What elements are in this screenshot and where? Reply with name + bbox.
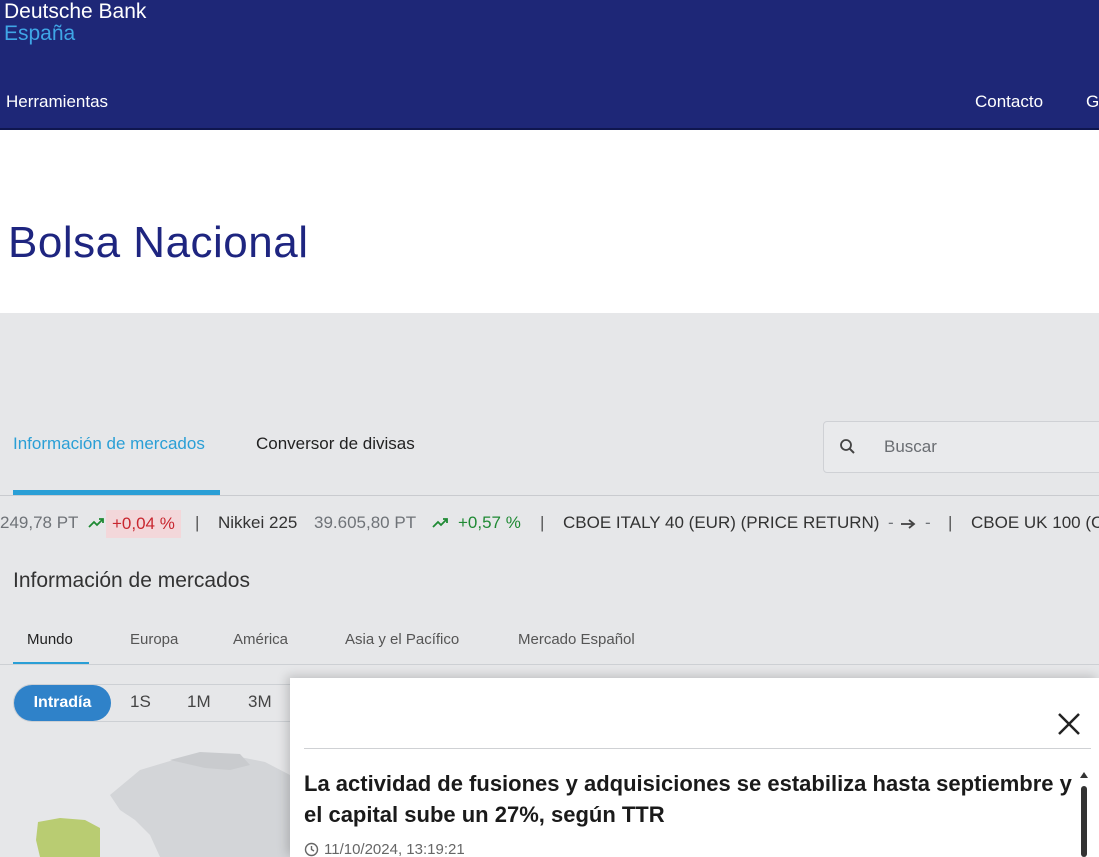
period-1s[interactable]: 1S	[130, 692, 151, 712]
scrollbar[interactable]	[1080, 772, 1088, 857]
brand-name: Deutsche Bank	[4, 0, 147, 23]
news-timestamp-text: 11/10/2024, 13:19:21	[324, 841, 465, 857]
search-input[interactable]	[884, 434, 1084, 460]
ticker-separator: |	[948, 513, 953, 532]
nav-item-cut[interactable]: G	[1086, 92, 1099, 112]
arrow-right-icon	[901, 519, 916, 529]
tab-mundo[interactable]: Mundo	[27, 631, 73, 648]
search-box[interactable]	[823, 421, 1099, 473]
close-icon[interactable]	[1055, 710, 1083, 738]
tab-america[interactable]: América	[233, 631, 288, 648]
ticker-separator: |	[540, 513, 545, 532]
ticker-name[interactable]: Nikkei 225	[218, 513, 297, 533]
brand-sub: España	[4, 22, 76, 45]
ticker-separator: |	[195, 513, 200, 532]
page-title-area: Bolsa Nacional	[0, 130, 1099, 313]
period-1m[interactable]: 1M	[187, 692, 211, 712]
nav-herramientas[interactable]: Herramientas	[6, 92, 108, 112]
tab-informacion-mercados[interactable]: Información de mercados	[13, 434, 205, 454]
ticker-name[interactable]: CBOE ITALY 40 (EUR) (PRICE RETURN)	[563, 513, 879, 533]
nav-contacto[interactable]: Contacto	[975, 92, 1043, 112]
ticker-value: -	[888, 513, 894, 532]
page-title: Bolsa Nacional	[8, 218, 309, 267]
world-map[interactable]	[0, 740, 300, 857]
tab-mercado-espanol[interactable]: Mercado Español	[518, 631, 635, 648]
ticker-value: 39.605,80 PT	[314, 513, 417, 532]
ticker-change: +0,04 %	[106, 510, 181, 538]
clock-icon	[304, 842, 319, 857]
section-title: Información de mercados	[13, 569, 250, 592]
search-icon	[840, 439, 855, 454]
trend-up-icon	[432, 518, 448, 528]
trend-up-icon	[88, 518, 104, 528]
tab-asia-pacifico[interactable]: Asia y el Pacífico	[345, 631, 459, 648]
popup-divider	[304, 748, 1091, 749]
tabs-divider	[0, 495, 1099, 496]
ticker-name[interactable]: CBOE UK 100 (C	[971, 513, 1099, 533]
ticker-value: 249,78 PT	[0, 513, 79, 532]
ticker-change: -	[925, 513, 931, 532]
news-headline[interactable]: La actividad de fusiones y adquisiciones…	[304, 768, 1079, 830]
tab-conversor-divisas[interactable]: Conversor de divisas	[256, 434, 415, 454]
period-3m[interactable]: 3M	[248, 692, 272, 712]
ticker-change: +0,57 %	[458, 513, 521, 532]
news-timestamp: 11/10/2024, 13:19:21	[304, 841, 465, 857]
news-popup: La actividad de fusiones y adquisiciones…	[290, 678, 1099, 857]
brand-logo[interactable]: Deutsche Bank España	[4, 1, 146, 45]
site-header: Deutsche Bank España Herramientas Contac…	[0, 0, 1099, 130]
period-intradia[interactable]: Intradía	[14, 685, 111, 721]
market-ticker: 249,78 PT +0,04 % | Nikkei 225 39.605,80…	[0, 510, 1099, 538]
tab-europa[interactable]: Europa	[130, 631, 178, 648]
region-divider	[0, 664, 1099, 665]
